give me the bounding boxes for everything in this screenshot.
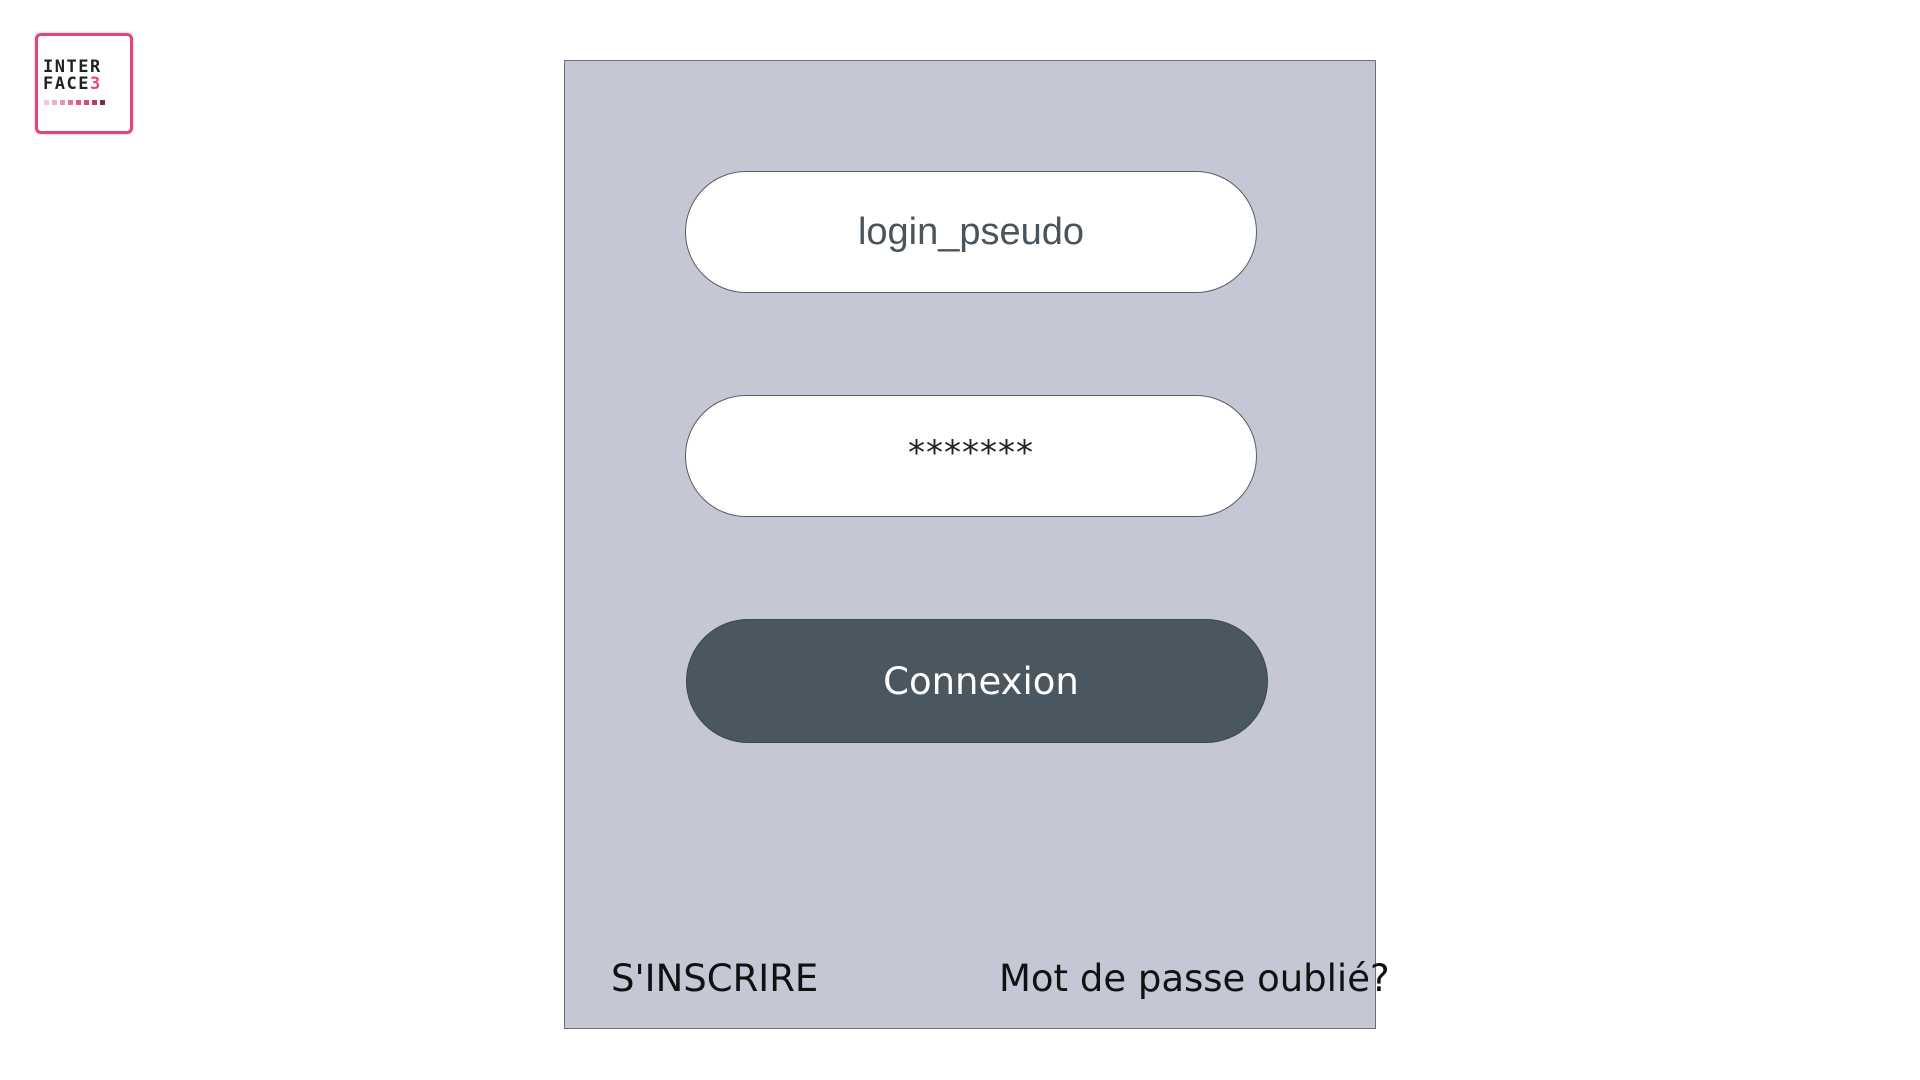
logo-text-face: FACE [43, 74, 90, 94]
logo-dots [44, 100, 105, 105]
username-value: login_pseudo [857, 210, 1085, 253]
logo-text-3: 3 [89, 74, 102, 94]
password-field[interactable]: ******* [685, 395, 1257, 517]
signup-link[interactable]: S'INSCRIRE [611, 957, 818, 1000]
password-value: ******* [908, 433, 1034, 473]
username-field[interactable]: login_pseudo [685, 171, 1257, 293]
forgot-password-link[interactable]: Mot de passe oublié? [999, 957, 1390, 1000]
connexion-button[interactable]: Connexion [686, 619, 1268, 743]
logo-text-line2: FACE3 [43, 76, 102, 93]
interface3-logo: INTER FACE3 [35, 33, 133, 134]
login-panel: login_pseudo ******* Connexion S'INSCRIR… [564, 60, 1390, 1029]
connexion-button-label: Connexion [883, 659, 1079, 703]
